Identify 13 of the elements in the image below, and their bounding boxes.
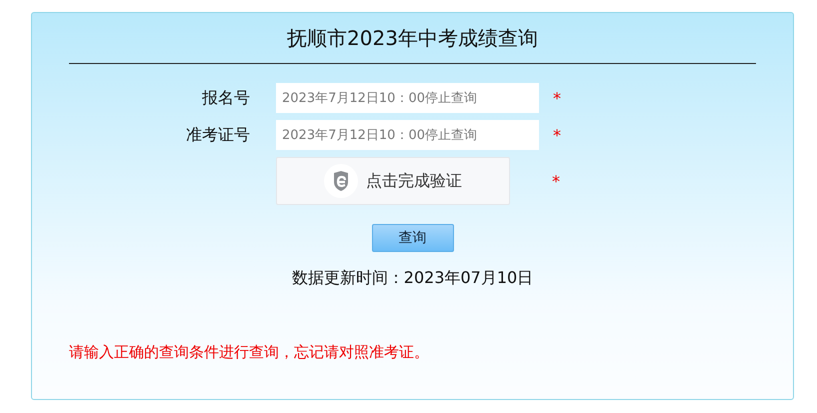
required-mark: * <box>552 172 560 190</box>
shield-icon <box>324 164 358 198</box>
required-mark: * <box>553 126 561 144</box>
required-mark: * <box>553 88 561 108</box>
field-label: 准考证号 <box>185 124 251 146</box>
update-time: 数据更新时间：2023年07月10日 <box>292 268 534 289</box>
query-button[interactable]: 查询 <box>372 224 454 252</box>
page-title: 抚顺市2023年中考成绩查询 <box>287 25 538 52</box>
notice-text: 请输入正确的查询条件进行查询，忘记请对照准考证。 <box>69 343 429 362</box>
input-field[interactable]: 2023年7月12日10：00停止查询 <box>276 120 539 150</box>
input-field[interactable]: 2023年7月12日10：00停止查询 <box>276 83 539 113</box>
field-label: 报名号 <box>201 88 251 108</box>
captcha-button[interactable]: 点击完成验证 <box>276 157 510 205</box>
